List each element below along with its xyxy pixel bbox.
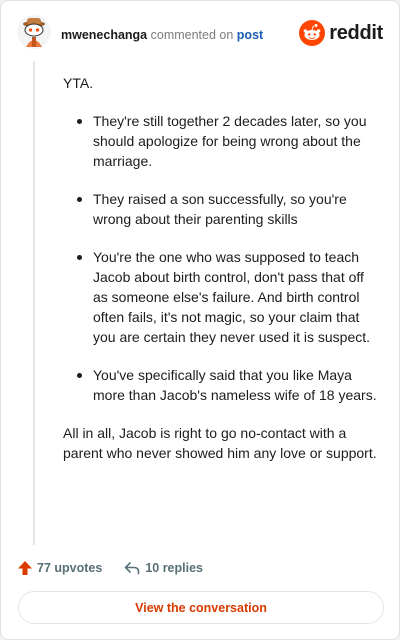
byline: mwenechanga commented on post	[61, 27, 263, 43]
bullet-text: They raised a son successfully, so you'r…	[93, 191, 347, 227]
upvote-count: 77 upvotes	[37, 561, 103, 575]
bullet-dot	[77, 255, 82, 260]
reddit-logo[interactable]: reddit	[299, 19, 383, 47]
upvote-arrow-icon	[18, 561, 32, 575]
bullet-dot	[77, 119, 82, 124]
list-item: You're the one who was supposed to teach…	[63, 247, 381, 347]
bullet-text: You've specifically said that you like M…	[93, 367, 377, 403]
comment-body: YTA. They're still together 2 decades la…	[63, 73, 381, 463]
reddit-logo-icon	[299, 20, 326, 46]
thread-line[interactable]	[33, 61, 35, 545]
bullet-text: You're the one who was supposed to teach…	[93, 249, 371, 345]
action-text: commented on	[150, 28, 234, 42]
reply-arrow-icon	[125, 562, 140, 575]
bullet-text: They're still together 2 decades later, …	[93, 113, 367, 169]
bullet-dot	[77, 197, 82, 202]
comment-footer: 77 upvotes 10 replies	[17, 557, 203, 579]
reddit-wordmark: reddit	[329, 21, 383, 44]
reply-count: 10 replies	[145, 561, 203, 575]
comment-card: mwenechanga commented on post reddit YTA…	[0, 0, 400, 640]
list-item: They raised a son successfully, so you'r…	[63, 189, 381, 229]
comment-bullet-list: They're still together 2 decades later, …	[63, 111, 381, 405]
bullet-dot	[77, 373, 82, 378]
post-link[interactable]: post	[237, 28, 263, 42]
snoo-avatar-icon[interactable]	[17, 15, 51, 49]
comment-header: mwenechanga commented on post reddit	[17, 15, 383, 55]
upvote-button[interactable]: 77 upvotes	[17, 560, 102, 576]
comment-outro: All in all, Jacob is right to go no-cont…	[63, 425, 377, 461]
list-item: You've specifically said that you like M…	[63, 365, 381, 405]
view-conversation-button[interactable]: View the conversation	[18, 591, 384, 624]
list-item: They're still together 2 decades later, …	[63, 111, 381, 171]
username-link[interactable]: mwenechanga	[61, 28, 147, 42]
comment-intro: YTA.	[63, 75, 94, 91]
replies-button[interactable]: 10 replies	[124, 560, 203, 576]
